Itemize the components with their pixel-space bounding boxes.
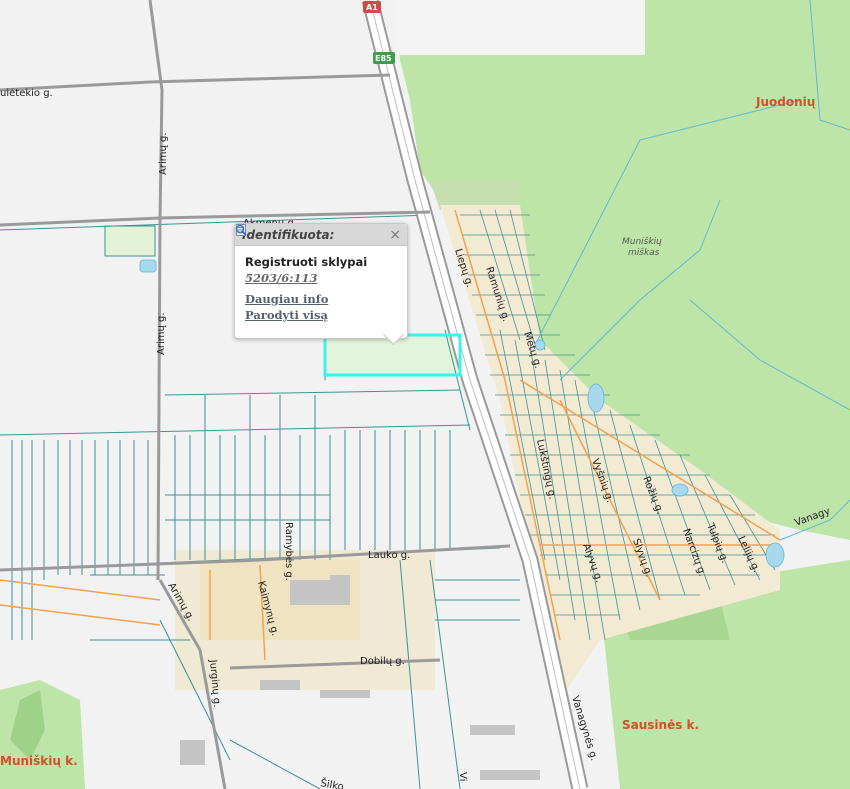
popup-header: Identifikuota: × [235, 224, 407, 246]
label-silko: Šilko [319, 776, 344, 789]
map-layer[interactable]: A1 E85 ulėtekio g. Arimų g. Arimų g. Ari… [0, 0, 850, 789]
label-uletekio: ulėtekio g. [0, 88, 53, 99]
label-vi: Vi [457, 772, 468, 781]
show-all-link[interactable]: Parodyti visą [235, 224, 397, 322]
popup-body: Registruoti sklypai 5203/6:113 Daugiau i… [235, 224, 407, 322]
map-canvas[interactable]: A1 E85 ulėtekio g. Arimų g. Arimų g. Ari… [0, 0, 850, 789]
label-dobilu: Dobilų g. [360, 656, 405, 667]
place-muniskiu: Muniškių k. [0, 754, 78, 768]
parcel-id-link[interactable]: 5203/6:113 [245, 271, 397, 285]
label-lauko: Lauko g. [368, 550, 410, 561]
forest-label-line2: miškas [628, 247, 660, 258]
layer-name: Registruoti sklypai [245, 255, 368, 269]
shield-a1: A1 [366, 3, 378, 12]
show-all-label: Parodyti visą [245, 308, 328, 322]
magnifier-icon [235, 224, 247, 236]
label-arimu-mid: Arimų g. [156, 312, 167, 355]
identify-popup: Identifikuota: × Registruoti sklypai 520… [234, 223, 408, 346]
label-arimu-top: Arimų g. [158, 132, 169, 175]
close-icon[interactable]: × [389, 228, 401, 242]
shield-e85: E85 [375, 54, 392, 63]
label-ramybes: Ramybės g. [283, 522, 294, 581]
more-info-link[interactable]: Daugiau info [236, 224, 397, 306]
place-juodoniu: Juodonių [755, 95, 816, 109]
popup-title: Identifikuota: [242, 227, 335, 242]
forest-label-line1: Muniškių [622, 236, 662, 247]
place-sausines: Sausinės k. [622, 718, 699, 732]
more-info-label: Daugiau info [245, 292, 329, 306]
